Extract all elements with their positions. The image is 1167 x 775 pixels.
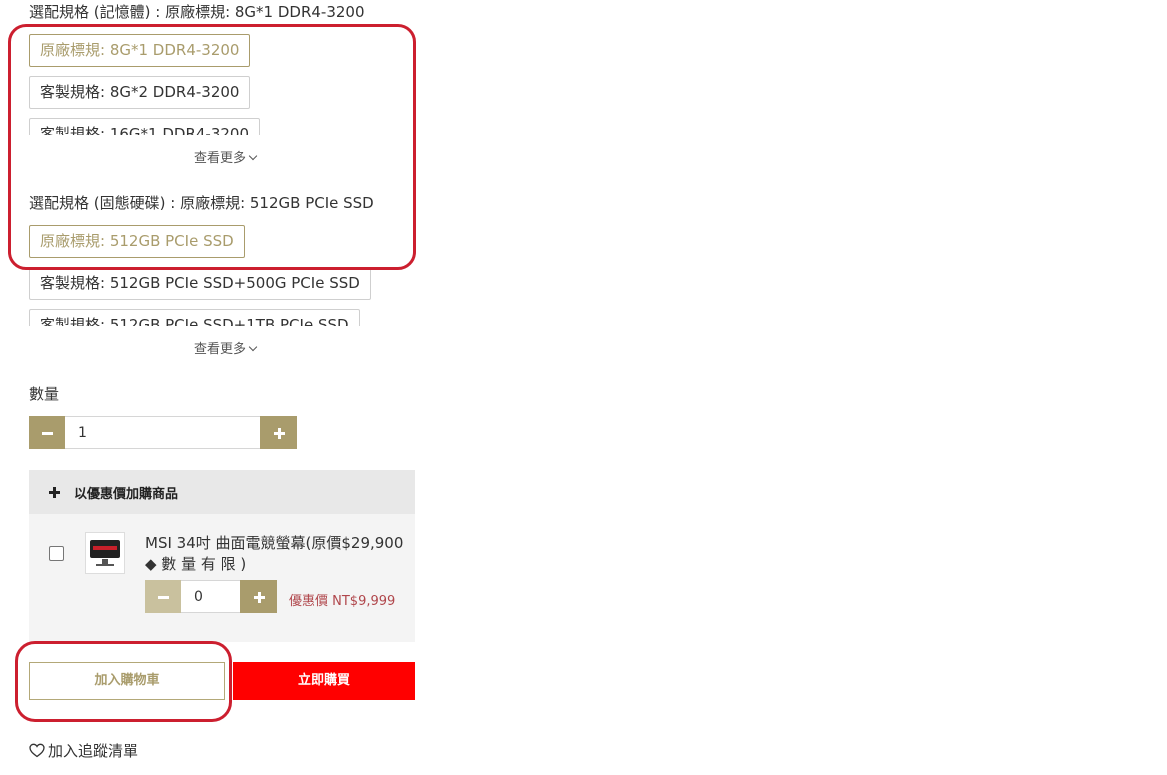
- chevron-down-icon: [248, 342, 258, 352]
- add-to-cart-button[interactable]: 加入購物車: [29, 662, 225, 700]
- addon-promo-price: 優惠價 NT$9,999: [289, 594, 396, 609]
- wishlist-label: 加入追蹤清單: [48, 742, 139, 760]
- ssd-option-500g[interactable]: 客製規格: 512GB PCIe SSD+500G PCIe SSD: [29, 267, 371, 300]
- buy-now-button[interactable]: 立即購買: [233, 662, 415, 700]
- addon-quantity-increase-button[interactable]: [240, 580, 277, 613]
- memory-option-8gx2[interactable]: 客製規格: 8G*2 DDR4-3200: [29, 76, 251, 109]
- addon-item-checkbox[interactable]: [49, 546, 64, 561]
- addon-quantity-decrease-button[interactable]: [145, 580, 181, 613]
- ssd-see-more-label: 查看更多: [194, 342, 247, 357]
- heart-icon: [29, 743, 45, 758]
- monitor-thumbnail: [85, 532, 125, 574]
- minus-icon: [42, 431, 53, 435]
- addon-header-title: 以優惠價加購商品: [74, 487, 179, 502]
- addon-item-name: MSI 34吋 曲面電競螢幕(原價$29,900 ◆ 數 量 有 限 ): [145, 533, 417, 575]
- memory-option-16g[interactable]: 客製規格: 16G*1 DDR4-3200: [29, 118, 260, 135]
- quantity-increase-button[interactable]: [260, 416, 297, 449]
- add-to-wishlist-link[interactable]: 加入追蹤清單: [29, 740, 138, 762]
- minus-icon: [158, 595, 169, 599]
- ssd-option-standard[interactable]: 原廠標規: 512GB PCIe SSD: [29, 225, 245, 258]
- memory-option-standard[interactable]: 原廠標規: 8G*1 DDR4-3200: [29, 34, 251, 67]
- addon-header[interactable]: 以優惠價加購商品: [29, 470, 415, 514]
- chevron-down-icon: [248, 151, 258, 161]
- addon-quantity-input[interactable]: 0: [181, 580, 240, 613]
- memory-see-more-link[interactable]: 查看更多: [194, 150, 258, 168]
- quantity-decrease-button[interactable]: [29, 416, 65, 449]
- addon-item-name-line1: MSI 34吋 曲面電競螢幕(原價$29,900: [145, 534, 404, 552]
- addon-purchase-panel: 以優惠價加購商品 MSI 34吋 曲面電競螢幕(原價$29,900 ◆ 數 量 …: [29, 470, 415, 642]
- ssd-spec-heading: 選配規格 (固態硬碟) : 原廠標規: 512GB PCIe SSD: [29, 194, 374, 212]
- ssd-option-1tb-clipped: 客製規格: 512GB PCIe SSD+1TB PCIe SSD: [29, 309, 379, 326]
- memory-see-more-label: 查看更多: [194, 151, 247, 166]
- ssd-see-more-link[interactable]: 查看更多: [194, 341, 258, 359]
- quantity-label: 數量: [29, 385, 60, 403]
- memory-option-16g-clipped: 客製規格: 16G*1 DDR4-3200: [29, 118, 269, 135]
- ssd-option-1tb[interactable]: 客製規格: 512GB PCIe SSD+1TB PCIe SSD: [29, 309, 360, 326]
- addon-item-name-line2: ◆ 數 量 有 限 ): [145, 555, 247, 573]
- quantity-input[interactable]: 1: [65, 416, 260, 449]
- memory-spec-heading: 選配規格 (記憶體) : 原廠標規: 8G*1 DDR4-3200: [29, 3, 365, 21]
